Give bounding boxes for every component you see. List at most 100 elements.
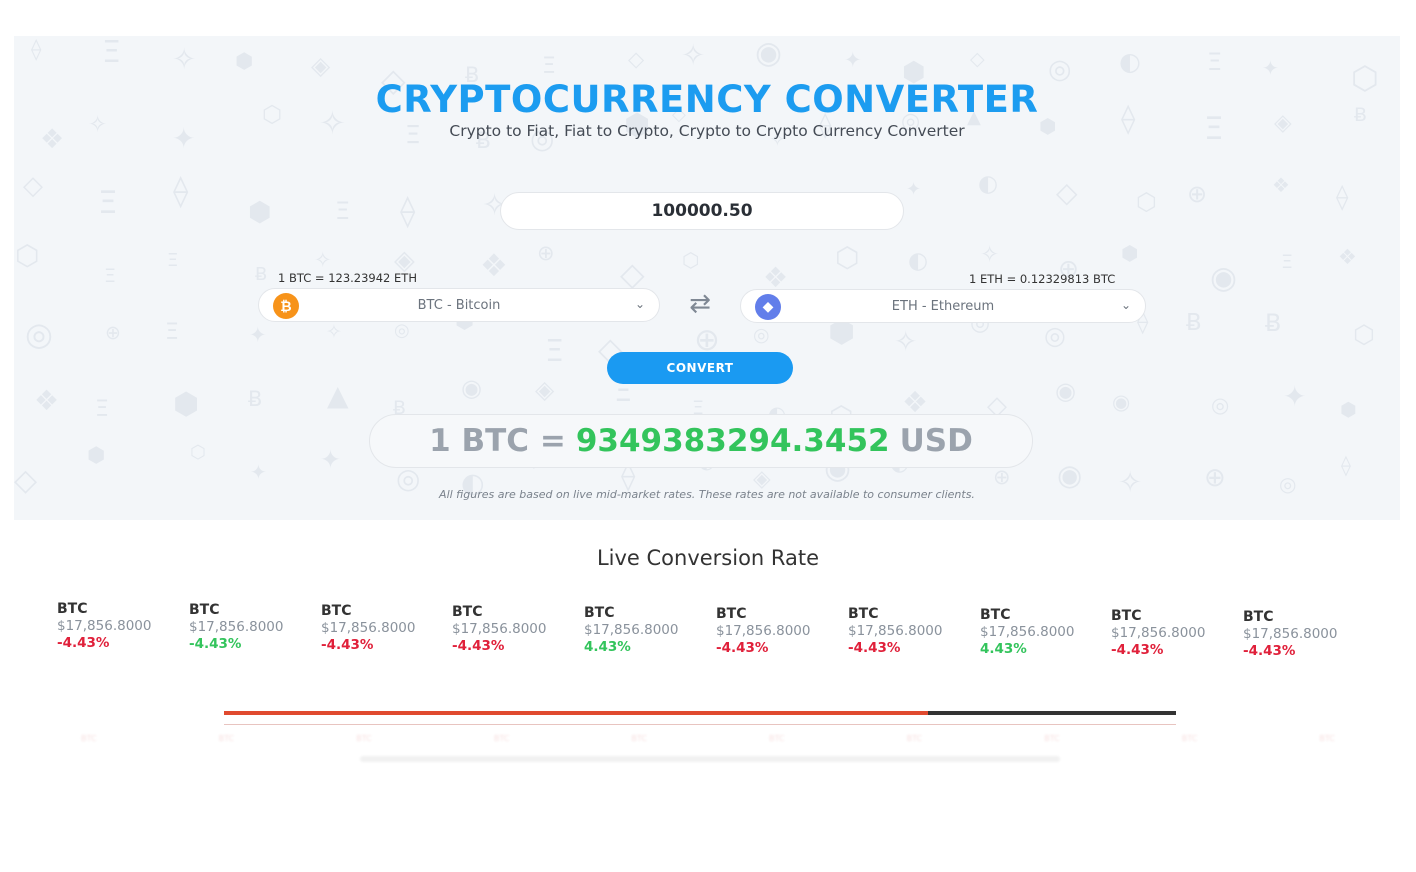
ticker-change: -4.43% bbox=[1111, 642, 1164, 658]
result-base: 1 BTC = bbox=[429, 423, 566, 459]
ticker-item[interactable]: BTC $17,856.8000 -4.43% bbox=[1243, 609, 1361, 659]
ticker-item[interactable]: BTC $17,856.8000 -4.43% bbox=[452, 604, 570, 654]
live-rate-title: Live Conversion Rate bbox=[596, 546, 820, 570]
convert-button[interactable]: CONVERT bbox=[607, 352, 793, 384]
ticker-symbol: BTC bbox=[1243, 609, 1274, 625]
background-crypto-icon: ✦ bbox=[906, 179, 922, 200]
background-crypto-icon: ◈ bbox=[311, 51, 331, 80]
background-crypto-icon: ❖ bbox=[1272, 173, 1290, 197]
background-crypto-icon: ✧ bbox=[326, 321, 342, 343]
background-crypto-icon: ✧ bbox=[314, 248, 332, 272]
background-crypto-icon: ❖ bbox=[902, 385, 928, 419]
background-crypto-icon: ◐ bbox=[1119, 47, 1141, 76]
background-crypto-icon: ◉ bbox=[755, 36, 783, 71]
background-crypto-icon: ⬡ bbox=[835, 241, 860, 274]
ticker-symbol: BTC bbox=[1111, 608, 1142, 624]
to-currency-select[interactable]: ◆ ETH - Ethereum ⌄ bbox=[740, 289, 1146, 323]
background-crypto-icon: ⬡ bbox=[1353, 320, 1375, 349]
background-crypto-icon: ❖ bbox=[480, 248, 508, 284]
ticker-symbol: BTC bbox=[716, 606, 747, 622]
background-crypto-icon: ◉ bbox=[1210, 260, 1238, 296]
background-crypto-icon: ⊕ bbox=[993, 465, 1011, 489]
converter-hero: ⟠ Ξ ✧ ⬢ ◈ ◇ Ƀ Ξ ◇ ✧ ◉ ✦ ⬢ ◇ ◎ ◐ Ξ ✦ ⬡ ❖ ✧ ✦ ⬡ ✧ Ξ Ƀ ◎ ⬢ ◇ ✧ ⟠ ◎ ▲ ⬢ ⟠ Ξ ◈ Ƀ ◇ Ξ… bbox=[14, 36, 1400, 520]
ticker-price: $17,856.8000 bbox=[57, 618, 152, 634]
background-crypto-icon: Ƀ bbox=[1186, 310, 1202, 336]
disclaimer: All figures are based on live mid-market… bbox=[439, 488, 975, 501]
ticker-item[interactable]: BTC $17,856.8000 4.43% bbox=[980, 607, 1098, 657]
background-crypto-icon: ✦ bbox=[1262, 56, 1279, 80]
ticker-price: $17,856.8000 bbox=[1111, 625, 1206, 641]
divider bbox=[224, 724, 1176, 725]
ticker-change: -4.43% bbox=[189, 636, 242, 652]
background-crypto-icon: ✧ bbox=[172, 42, 197, 76]
result-currency: USD bbox=[899, 423, 973, 459]
background-crypto-icon: ⬢ bbox=[1121, 241, 1139, 265]
background-crypto-icon: ◇ bbox=[1056, 176, 1078, 209]
background-crypto-icon: ◎ bbox=[394, 320, 410, 341]
background-crypto-icon: Ξ bbox=[1281, 251, 1294, 273]
background-crypto-icon: Ξ bbox=[104, 265, 117, 287]
background-crypto-icon: Ξ bbox=[98, 185, 118, 221]
background-crypto-icon: Ξ bbox=[335, 197, 351, 225]
ticker-change: -4.43% bbox=[452, 638, 505, 654]
amount-input[interactable] bbox=[500, 192, 904, 230]
background-crypto-icon: Ƀ bbox=[248, 387, 263, 411]
background-crypto-icon: ⊕ bbox=[537, 241, 555, 265]
background-crypto-icon: Ξ bbox=[165, 320, 179, 345]
ticker-price: $17,856.8000 bbox=[452, 621, 547, 637]
chevron-down-icon: ⌄ bbox=[1120, 298, 1131, 312]
background-crypto-icon: ⬢ bbox=[248, 197, 272, 228]
background-crypto-icon: Ƀ bbox=[1265, 309, 1282, 337]
ticker-item[interactable]: BTC $17,856.8000 -4.43% bbox=[321, 603, 439, 653]
background-crypto-icon: Ƀ bbox=[255, 264, 268, 285]
from-currency-select[interactable]: ₿ BTC - Bitcoin ⌄ bbox=[258, 288, 660, 322]
conversion-result: 1 BTC = 9349383294.3452 USD bbox=[369, 414, 1033, 468]
background-crypto-icon: ⬢ bbox=[87, 443, 106, 467]
background-crypto-icon: Ξ bbox=[1207, 48, 1223, 76]
ticker-item[interactable]: BTC $17,856.8000 -4.43% bbox=[57, 601, 175, 651]
background-crypto-icon: ◇ bbox=[620, 255, 645, 293]
ticker-item[interactable]: BTC $17,856.8000 4.43% bbox=[584, 605, 702, 655]
to-currency-label: ETH - Ethereum bbox=[891, 298, 995, 314]
ticker-symbol: BTC bbox=[321, 603, 352, 619]
background-crypto-icon: ⬡ bbox=[15, 239, 40, 272]
ticker-change: -4.43% bbox=[848, 640, 901, 656]
background-crypto-icon: ◎ bbox=[1211, 393, 1230, 417]
ticker-symbol: BTC bbox=[584, 605, 615, 621]
background-crypto-icon: ✦ bbox=[250, 460, 267, 484]
swap-arrows-icon[interactable]: ⇄ bbox=[678, 291, 722, 319]
background-crypto-icon: ✦ bbox=[320, 445, 341, 474]
ticker-price: $17,856.8000 bbox=[189, 619, 284, 635]
background-crypto-icon: ✦ bbox=[1283, 380, 1307, 413]
ticker-change: 4.43% bbox=[584, 639, 631, 655]
page-title: CRYPTOCURRENCY CONVERTER bbox=[375, 78, 1039, 121]
ticker-price: $17,856.8000 bbox=[584, 622, 679, 638]
background-crypto-icon: ⟠ bbox=[173, 173, 189, 209]
ticker-price: $17,856.8000 bbox=[321, 620, 416, 636]
background-crypto-icon: ◎ bbox=[25, 315, 53, 353]
ticker-item[interactable]: BTC $17,856.8000 -4.43% bbox=[189, 602, 307, 652]
background-crypto-icon: ◉ bbox=[1055, 377, 1076, 405]
ticker-change: -4.43% bbox=[57, 635, 110, 651]
background-crypto-icon: ⬡ bbox=[1136, 188, 1157, 216]
background-crypto-icon: ◇ bbox=[970, 48, 985, 70]
background-crypto-icon: ⬡ bbox=[190, 442, 206, 463]
ticker-item[interactable]: BTC $17,856.8000 -4.43% bbox=[1111, 608, 1229, 658]
ticker-item[interactable]: BTC $17,856.8000 -4.43% bbox=[848, 606, 966, 656]
ticker-symbol: BTC bbox=[452, 604, 483, 620]
background-crypto-icon: ◉ bbox=[1112, 390, 1131, 414]
ticker-symbol: BTC bbox=[980, 607, 1011, 623]
background-crypto-icon: ⬡ bbox=[682, 248, 700, 272]
carousel-progress-fill bbox=[224, 711, 929, 715]
background-crypto-icon: Ξ bbox=[545, 334, 564, 369]
background-crypto-icon: ◇ bbox=[628, 47, 645, 71]
background-crypto-icon: ◈ bbox=[535, 375, 555, 404]
page-subtitle: Crypto to Fiat, Fiat to Crypto, Crypto t… bbox=[449, 122, 965, 140]
background-crypto-icon: Ξ bbox=[542, 54, 556, 79]
background-crypto-icon: ◉ bbox=[461, 374, 482, 402]
background-crypto-icon: ⊕ bbox=[105, 322, 121, 344]
ticker-item[interactable]: BTC $17,856.8000 -4.43% bbox=[716, 606, 834, 656]
background-crypto-icon: ◇ bbox=[23, 171, 43, 201]
background-crypto-icon: ⬢ bbox=[235, 49, 254, 73]
background-crypto-icon: ❖ bbox=[34, 384, 60, 417]
